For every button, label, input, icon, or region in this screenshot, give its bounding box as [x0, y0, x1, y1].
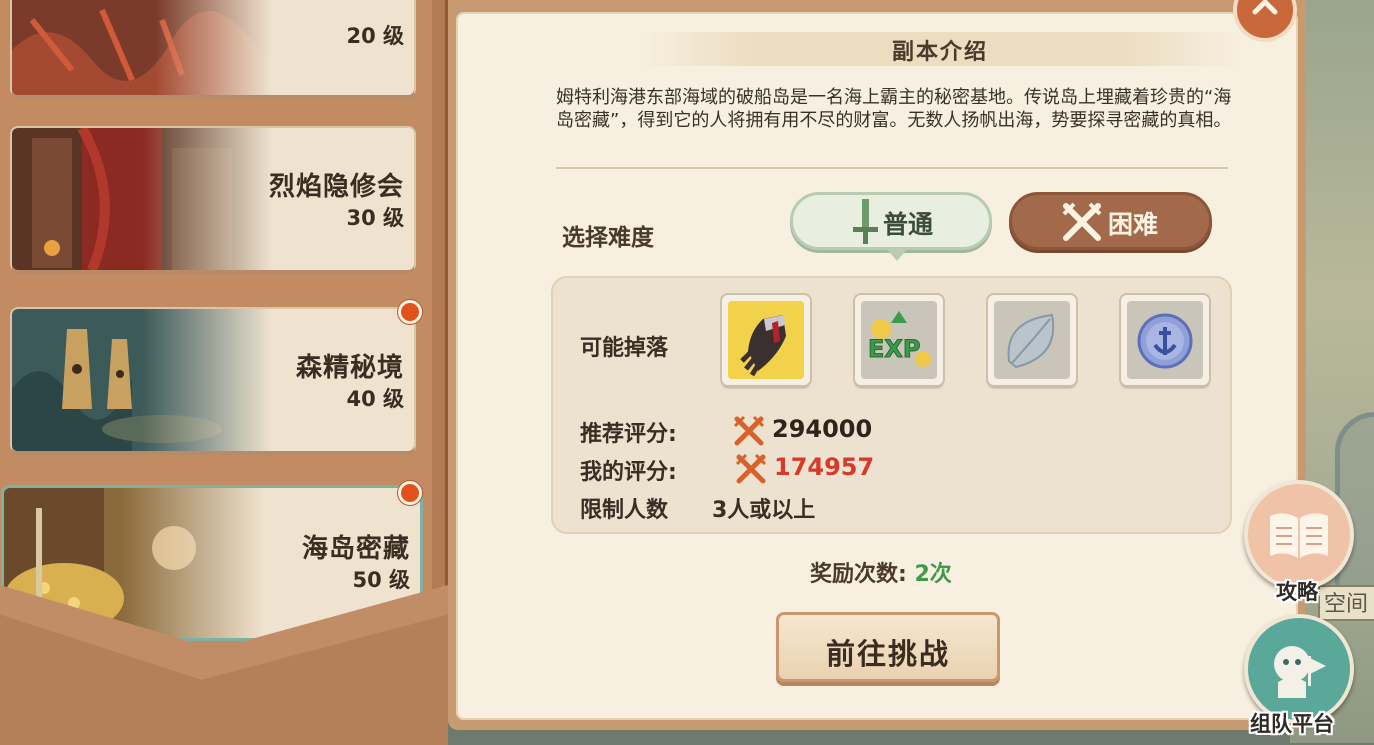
guide-button[interactable]: [1244, 480, 1354, 590]
dungeon-level: 40 级: [346, 387, 404, 411]
exp-icon: EXP: [868, 311, 931, 367]
dungeon-card[interactable]: 20 级: [12, 0, 414, 95]
dungeon-art: [12, 0, 272, 95]
go-challenge-button[interactable]: 前往挑战: [776, 612, 1000, 682]
dungeon-name: 烈焰隐修会: [268, 172, 404, 202]
difficulty-hard-button[interactable]: 困难: [1009, 192, 1212, 250]
dungeon-art: [12, 309, 272, 451]
alert-badge: [398, 300, 422, 324]
gauntlet-icon: [740, 315, 786, 377]
team-platform-label: 组队平台: [1250, 712, 1334, 736]
section-header: 副本介绍: [640, 0, 1240, 80]
book-icon: [1270, 513, 1328, 558]
recommended-score-label: 推荐评分:: [580, 422, 677, 447]
dungeon-level: 30 级: [346, 206, 404, 230]
drop-item[interactable]: [1121, 295, 1209, 385]
alert-badge: [398, 481, 422, 505]
close-icon: [1252, 0, 1278, 15]
my-score-label: 我的评分:: [580, 460, 677, 485]
difficulty-normal-button[interactable]: 普通: [790, 192, 992, 261]
selection-pointer: [885, 247, 909, 261]
difficulty-hard-label: 困难: [1108, 210, 1159, 239]
sword-icon: [853, 199, 878, 244]
reward-count-label: 奖励次数:: [810, 562, 907, 587]
dungeon-level: 50 级: [352, 568, 410, 592]
difficulty-normal-label: 普通: [883, 210, 934, 239]
drop-item[interactable]: EXP: [855, 295, 943, 385]
drop-item[interactable]: [722, 295, 810, 385]
leaf-icon: [1007, 313, 1055, 369]
anchor-coin-icon: [1137, 313, 1193, 369]
drop-item[interactable]: [988, 295, 1076, 385]
team-icon: [1274, 646, 1326, 698]
go-challenge-label: 前往挑战: [825, 637, 950, 671]
crossed-swords-icon: [735, 453, 767, 484]
section-title: 副本介绍: [891, 40, 988, 65]
reward-count: 奖励次数: 2次: [810, 556, 952, 588]
crossed-swords-icon: [1062, 202, 1102, 241]
dungeon-name: 海岛密藏: [301, 534, 410, 564]
divider: [556, 167, 1228, 169]
drops-label: 可能掉落: [580, 336, 669, 361]
dungeon-name: 森精秘境: [295, 353, 404, 383]
player-limit-value: 3人或以上: [712, 498, 816, 523]
my-score-value: 174957: [774, 453, 875, 481]
recommended-score-value: 294000: [772, 415, 873, 443]
dungeon-card[interactable]: 烈焰隐修会 30 级: [12, 128, 414, 270]
close-button[interactable]: [1233, 0, 1297, 42]
dungeon-level: 20 级: [346, 24, 404, 48]
map-location-label: 空间: [1318, 585, 1374, 621]
reward-count-value: 2次: [914, 562, 952, 587]
dungeon-card[interactable]: 森精秘境 40 级: [12, 309, 414, 451]
crossed-swords-icon: [733, 415, 765, 446]
dungeon-art: [12, 128, 272, 270]
difficulty-label: 选择难度: [562, 225, 654, 251]
player-limit-label: 限制人数: [580, 498, 669, 523]
svg-text:EXP: EXP: [868, 335, 921, 363]
guide-label: 攻略: [1276, 580, 1318, 604]
dungeon-description: 姆特利海港东部海域的破船岛是一名海上霸主的秘密基地。传说岛上埋藏着珍贵的“海岛密…: [556, 87, 1232, 131]
